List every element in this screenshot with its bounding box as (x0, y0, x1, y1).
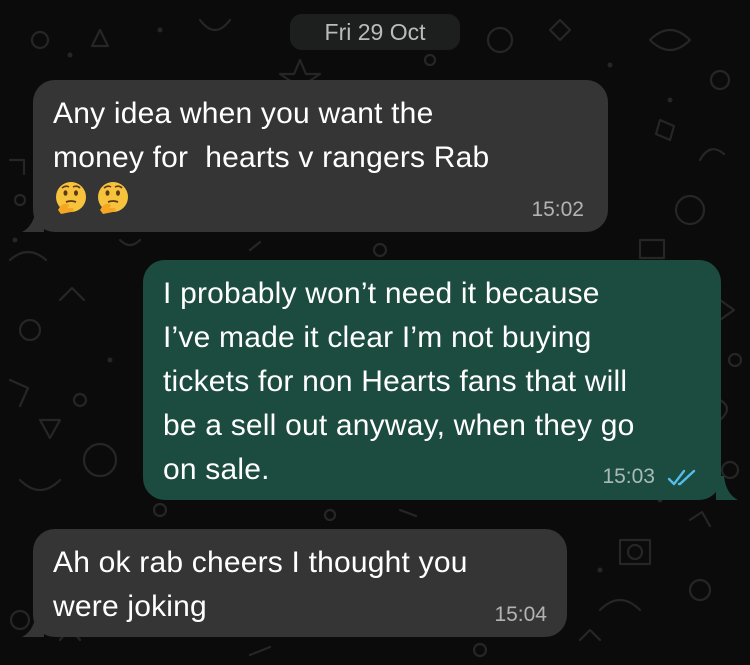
emoji-row (53, 180, 588, 216)
thinking-face-emoji-icon (56, 182, 86, 214)
double-check-read-icon (667, 469, 696, 486)
message-bubble-incoming[interactable]: Any idea when you want the money for hea… (33, 80, 608, 232)
chat-view: Fri 29 Oct Any idea when you want the mo… (0, 0, 750, 665)
message-time: 15:03 (602, 465, 655, 488)
message-time: 15:02 (531, 198, 584, 221)
message-time: 15:04 (494, 603, 547, 626)
thinking-face-emoji-icon (98, 182, 128, 214)
message-bubble-outgoing[interactable]: I probably won’t need it because I’ve ma… (143, 260, 721, 500)
message-text: I probably won’t need it because I’ve ma… (163, 277, 635, 486)
message-text: Any idea when you want the money for hea… (53, 97, 490, 174)
date-separator: Fri 29 Oct (290, 14, 460, 50)
message-bubble-incoming[interactable]: Ah ok rab cheers I thought you were joki… (33, 529, 567, 637)
message-text: Ah ok rab cheers I thought you were joki… (53, 546, 468, 623)
